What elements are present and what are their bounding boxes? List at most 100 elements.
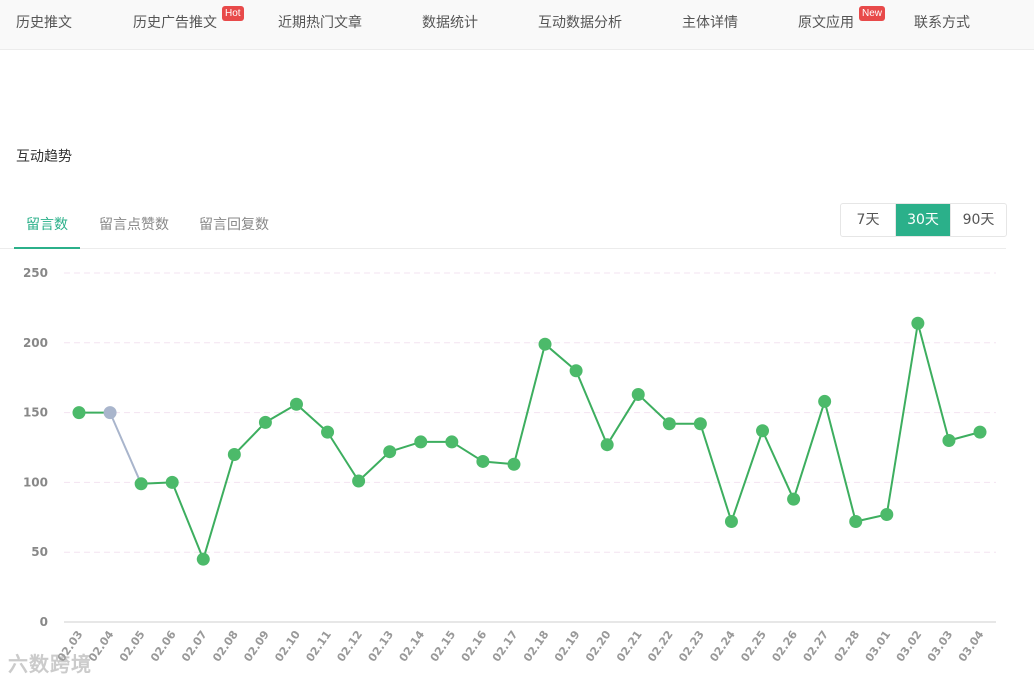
x-tick-label: 02.28 [832,628,863,664]
nav-tab-entity-details[interactable]: 主体详情 [668,0,752,50]
tab-comment-count[interactable]: 留言数 [14,205,80,249]
y-tick-label: 250 [23,266,48,280]
data-point [569,364,583,378]
y-tick-label: 50 [31,545,48,559]
data-point [103,406,117,420]
series-line-segment [171,481,205,561]
x-tick-label: 02.06 [148,628,179,664]
data-point [818,394,832,408]
nav-tab-label: 数据统计 [422,15,478,31]
series-line-segment [575,369,609,446]
nav-tab-label: 互动数据分析 [538,15,622,31]
series-line-segment [885,322,919,516]
x-tick-label: 02.16 [459,628,490,664]
nav-tab-history-ad-posts[interactable]: 历史广告推文 [120,0,230,50]
x-tick-label: 02.21 [614,628,645,664]
data-point [258,415,272,429]
x-tick-label: 02.18 [521,628,552,664]
data-point [134,477,148,491]
x-tick-label: 02.25 [738,628,769,664]
x-tick-label: 02.20 [583,628,614,664]
series-line-segment [761,429,795,501]
series-line-segment [606,393,640,446]
data-point [445,435,459,449]
x-tick-label: 03.04 [956,628,987,664]
x-tick-label: 02.14 [397,628,428,664]
data-point [662,417,676,431]
tab-label: 留言数 [26,217,68,233]
nav-tab-contact[interactable]: 联系方式 [900,0,984,50]
tab-label: 留言回复数 [199,217,269,233]
data-point [165,475,179,489]
data-point [383,445,397,459]
data-point [631,387,645,401]
data-point [476,454,490,468]
range-90-days-button[interactable]: 90天 [951,204,1006,236]
y-tick-label: 0 [40,615,48,629]
x-tick-label: 02.11 [303,628,334,664]
nav-tab-label: 历史推文 [16,15,72,31]
watermark: 六数跨境 [8,652,92,676]
nav-tab-label: 原文应用 [798,15,854,31]
time-range-selector: 7天 30天 90天 [840,203,1007,237]
series-line-segment [326,431,360,483]
tab-comment-likes[interactable]: 留言点赞数 [90,205,178,249]
series-line-segment [823,400,857,523]
data-point [352,474,366,488]
x-tick-label: 02.23 [676,628,707,664]
x-tick-label: 02.09 [241,628,272,664]
data-point [72,406,86,420]
nav-tab-label: 联系方式 [914,15,970,31]
interaction-trend-chart: 05010015020025002.03 02.04 02.05 02.06 02.07… [23,266,996,664]
data-point [849,514,863,528]
data-point [227,447,241,461]
nav-tab-recent-hot-articles[interactable]: 近期热门文章 [265,0,375,50]
section-title: 互动趋势 [16,149,72,165]
x-tick-label: 02.12 [334,628,365,664]
data-point [507,457,521,471]
series-line-segment [512,343,547,466]
data-point [600,438,614,452]
x-tick-label: 02.15 [428,628,459,664]
data-point [787,492,801,506]
data-point [321,425,335,439]
y-tick-label: 100 [23,475,48,489]
nav-tab-label: 主体详情 [682,15,738,31]
data-point [538,337,552,351]
y-tick-label: 200 [23,336,48,350]
data-point [724,514,738,528]
x-tick-label: 02.05 [117,628,148,664]
data-point [942,434,956,448]
x-tick-label: 02.19 [552,628,583,664]
x-tick-label: 03.02 [894,628,925,664]
data-point [973,425,987,439]
series-line-segment [202,453,236,561]
nav-tab-label: 历史广告推文 [133,15,217,31]
x-tick-label: 03.01 [863,628,894,664]
nav-tab-history-posts[interactable]: 历史推文 [5,0,83,50]
x-tick-label: 02.27 [801,628,832,664]
series-line-segment [109,411,143,485]
series-line-segment [730,429,764,523]
data-point [693,417,707,431]
data-point [880,508,894,522]
tab-comment-replies[interactable]: 留言回复数 [190,205,278,249]
series-line-segment [916,322,950,442]
nav-tab-interaction-analysis[interactable]: 互动数据分析 [526,0,634,50]
nav-tab-original-apps[interactable]: 原文应用 [784,0,868,50]
series-line-segment [233,421,267,456]
x-tick-label: 02.22 [645,628,676,664]
x-tick-label: 02.08 [210,628,241,664]
y-tick-label: 150 [23,406,48,420]
range-7-days-button[interactable]: 7天 [841,204,896,236]
data-point [414,435,428,449]
new-badge: New [859,6,886,21]
x-tick-label: 02.24 [707,628,738,664]
x-tick-label: 02.26 [769,628,800,664]
data-point [911,316,925,330]
top-navigation: 历史推文 历史广告推文 Hot 近期热门文章 数据统计 互动数据分析 主体详情 … [0,0,1034,50]
hot-badge: Hot [222,6,244,21]
range-30-days-button[interactable]: 30天 [896,204,951,236]
x-tick-label: 02.17 [490,628,521,664]
nav-tab-data-stats[interactable]: 数据统计 [408,0,492,50]
